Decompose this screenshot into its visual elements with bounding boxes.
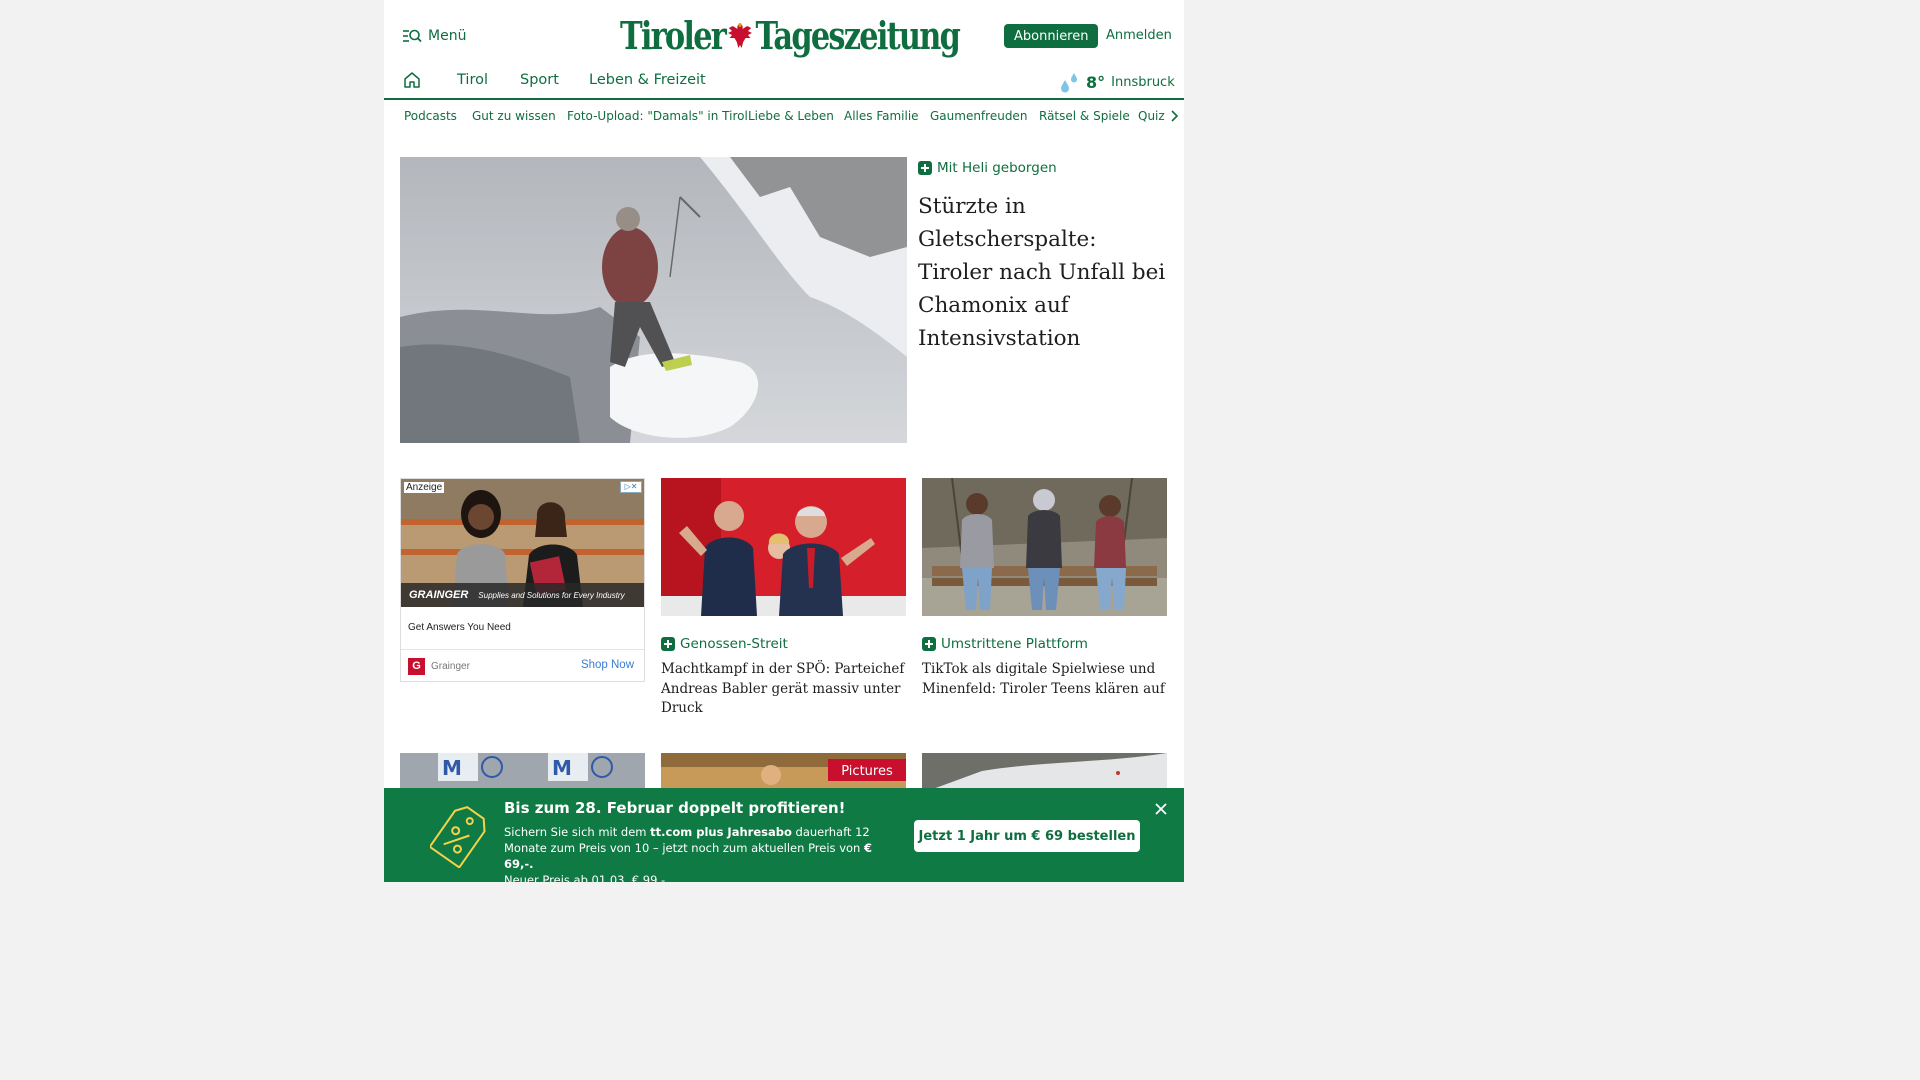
article-image-row3-left[interactable]: M M: [400, 753, 645, 793]
nav-item-tirol[interactable]: Tirol: [457, 72, 488, 88]
sub-navigation: Podcasts Gut zu wissen Foto-Upload: "Dam…: [384, 100, 1184, 132]
plus-badge-icon: [661, 637, 675, 651]
menu-label: Menü: [428, 28, 467, 44]
ad-brand-bar: GRAINGER Supplies and Solutions for Ever…: [401, 583, 644, 607]
article-kicker-spoe: Genossen-Streit: [661, 636, 788, 652]
promo-title: Bis zum 28. Februar doppelt profitieren!: [504, 799, 846, 817]
hero-image[interactable]: [400, 157, 907, 443]
politicians-photo: [661, 478, 906, 616]
grainger-logo-icon: G: [408, 658, 425, 675]
article-image-spoe[interactable]: [661, 478, 906, 616]
logo-text-right: Tageszeitung: [755, 12, 960, 58]
plus-badge-icon: [922, 637, 936, 651]
ad-advertiser: Grainger: [431, 661, 470, 672]
signage-photo: M M: [400, 753, 645, 793]
menu-search-icon: [403, 29, 422, 43]
hero-kicker-text: Mit Heli geborgen: [937, 160, 1057, 176]
promo-text-part: Sichern Sie sich mit dem: [504, 825, 651, 839]
ad-shop-now-button[interactable]: Shop Now: [581, 659, 634, 671]
discount-tag-icon: [430, 806, 486, 868]
video-still-photo: Pictures: [661, 753, 906, 793]
chevron-right-icon[interactable]: [1169, 110, 1179, 122]
advertisement[interactable]: Anzeige ▷✕ GRAINGER Supplies and Solutio…: [400, 478, 645, 682]
promo-text-part: Neuer Preis ab 01.03. € 99,-: [504, 873, 666, 882]
subnav-item-raetsel-spiele[interactable]: Rätsel & Spiele: [1039, 109, 1130, 123]
article-kicker-text: Umstrittene Plattform: [941, 636, 1088, 652]
ad-label: Anzeige: [404, 482, 445, 493]
main-navigation: Tirol Sport Leben & Freizeit 8° Innsbruc…: [384, 62, 1184, 100]
ad-tagline: Supplies and Solutions for Every Industr…: [478, 590, 625, 600]
subnav-item-liebe-leben[interactable]: Liebe & Leben: [748, 109, 834, 123]
rain-drops-icon: [1061, 73, 1077, 93]
menu-button[interactable]: Menü: [402, 27, 466, 45]
subnav-item-gaumenfreuden[interactable]: Gaumenfreuden: [930, 109, 1027, 123]
site-logo[interactable]: Tiroler Tageszeitung: [620, 10, 961, 60]
article-image-tiktok[interactable]: [922, 478, 1167, 616]
subnav-item-podcasts[interactable]: Podcasts: [404, 109, 457, 123]
article-headline-tiktok[interactable]: TikTok als digitale Spielwiese und Minen…: [922, 660, 1167, 699]
login-link[interactable]: Anmelden: [1106, 28, 1172, 43]
ad-brand: GRAINGER: [409, 589, 469, 601]
subscribe-button[interactable]: Abonnieren: [1004, 24, 1099, 48]
glacier-climber-photo: [400, 157, 907, 443]
subnav-item-quiz[interactable]: Quiz: [1138, 109, 1165, 123]
weather-city: Innsbruck: [1111, 74, 1175, 90]
home-icon[interactable]: [402, 70, 422, 90]
ad-footer: G Grainger Shop Now: [401, 649, 644, 682]
tyrolean-eagle-icon: [728, 23, 753, 48]
article-headline-spoe[interactable]: Machtkampf in der SPÖ: Parteichef Andrea…: [661, 660, 906, 719]
teens-bench-photo: [922, 478, 1167, 616]
pictures-badge: Pictures: [841, 764, 893, 779]
svg-text:M: M: [442, 756, 462, 780]
article-image-row3-middle[interactable]: Pictures: [661, 753, 906, 793]
nav-item-leben-freizeit[interactable]: Leben & Freizeit: [589, 72, 706, 88]
ad-choices-icon[interactable]: ▷✕: [620, 481, 642, 493]
article-kicker-text: Genossen-Streit: [680, 636, 788, 652]
promo-text: Sichern Sie sich mit dem tt.com plus Jah…: [504, 824, 899, 882]
subnav-item-alles-familie[interactable]: Alles Familie: [844, 109, 919, 123]
close-icon[interactable]: [1154, 802, 1168, 816]
promo-text-bold: tt.com plus Jahresabo: [650, 825, 792, 839]
ad-headline[interactable]: Get Answers You Need: [408, 622, 511, 633]
plus-badge-icon: [918, 161, 932, 175]
page: Menü Tiroler Tageszeitung Abonnieren Anm…: [384, 0, 1184, 882]
weather-widget[interactable]: 8° Innsbruck: [1058, 70, 1175, 94]
hero-kicker: Mit Heli geborgen: [918, 160, 1057, 176]
logo-text-left: Tiroler: [620, 12, 727, 58]
article-kicker-tiktok: Umstrittene Plattform: [922, 636, 1088, 652]
weather-temperature: 8°: [1086, 72, 1106, 92]
ski-slope-photo: [922, 753, 1167, 793]
ad-image: Anzeige ▷✕ GRAINGER Supplies and Solutio…: [401, 479, 644, 607]
article-image-row3-right[interactable]: [922, 753, 1167, 793]
subnav-item-foto-upload[interactable]: Foto-Upload: "Damals" in Tirol: [567, 109, 748, 123]
subscription-promo-banner: Bis zum 28. Februar doppelt profitieren!…: [384, 788, 1184, 882]
nav-item-sport[interactable]: Sport: [520, 72, 559, 88]
promo-order-button[interactable]: Jetzt 1 Jahr um € 69 bestellen: [914, 820, 1140, 852]
svg-text:M: M: [552, 756, 572, 780]
hero-headline[interactable]: Stürzte in Gletscherspalte: Tiroler nach…: [918, 190, 1170, 355]
subnav-item-gut-zu-wissen[interactable]: Gut zu wissen: [472, 109, 556, 123]
